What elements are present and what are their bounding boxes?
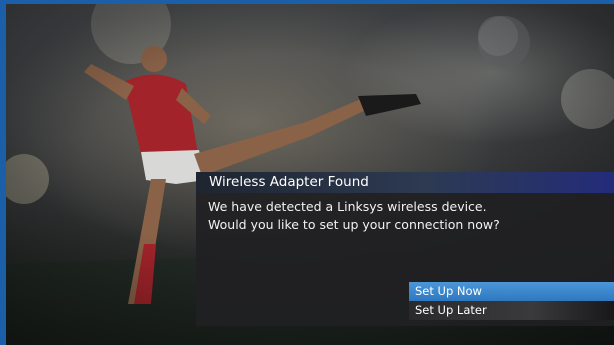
wireless-adapter-dialog: Wireless Adapter Found We have detected … bbox=[196, 172, 614, 326]
dialog-message-line-2: Would you like to set up your connection… bbox=[208, 217, 500, 232]
dialog-message: We have detected a Linksys wireless devi… bbox=[208, 198, 608, 234]
dialog-title: Wireless Adapter Found bbox=[196, 172, 614, 193]
set-up-now-button[interactable]: Set Up Now bbox=[409, 282, 614, 301]
set-up-later-button[interactable]: Set Up Later bbox=[409, 301, 614, 320]
dialog-message-line-1: We have detected a Linksys wireless devi… bbox=[208, 199, 487, 214]
